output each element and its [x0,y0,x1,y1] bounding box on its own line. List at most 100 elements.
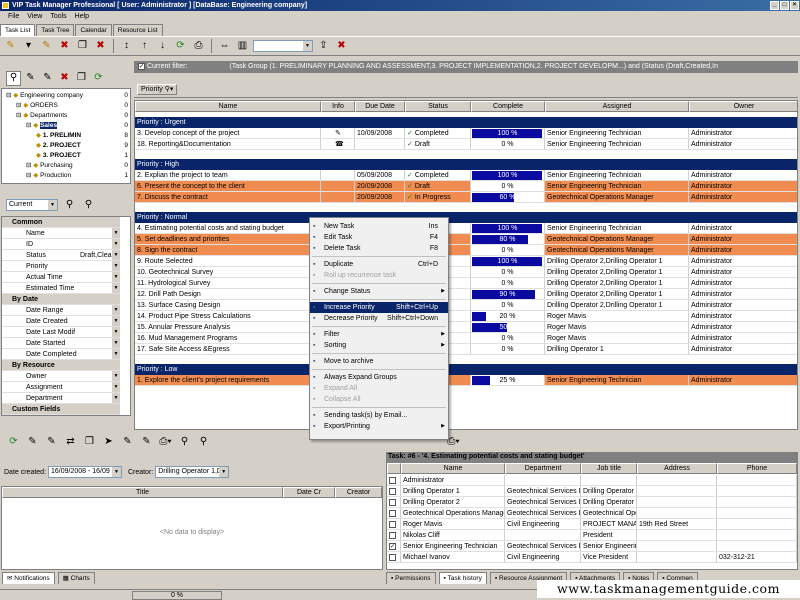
add-group-icon[interactable]: ✎ [23,71,38,86]
task-row[interactable]: 14. Product Pipe Stress Calculations✓ gr… [135,311,797,322]
tree-node[interactable]: ⊟ ◆ Departments 0 [16,111,130,121]
group-by-priority[interactable]: Priority ⚲▾ [137,84,178,95]
task-row[interactable]: 8. Sign the contract 0 % Geotechnical Oper… [135,245,797,256]
history-filter-clear-icon[interactable]: ⚲ [196,435,211,450]
menu-file[interactable]: File [8,11,19,23]
property-row[interactable]: Owner ▼ [2,371,120,382]
history-col-title[interactable]: Title [2,487,283,498]
context-menu-item[interactable]: ▪ New Task Ins [310,221,448,232]
property-row[interactable]: Date Completed ▼ [2,349,120,360]
history-link-icon[interactable]: ✎ [120,435,135,450]
resource-checkbox[interactable] [389,553,396,561]
tab-charts[interactable]: ▦ Charts [57,572,95,584]
resource-checkbox[interactable] [389,498,396,506]
tab-task-tree[interactable]: Task Tree [36,24,75,36]
menu-help[interactable]: Help [75,11,89,23]
open-dropdown-icon[interactable]: ▾ [21,39,36,54]
task-delete-icon[interactable]: ✖ [93,39,108,54]
context-menu-item[interactable]: ▪ Sending task(s) by Email... [310,410,448,421]
context-menu-item[interactable]: ▪ Move to archive [310,356,448,367]
task-row[interactable]: 9. Route Selected✓ eted100 %Drilling Ope… [135,256,797,267]
priority-group-header[interactable]: Priority : Urgent [135,117,797,128]
tree-node[interactable]: ◆ 3. PROJECT 1 [36,151,130,161]
resource-col-address[interactable]: Address [637,463,717,474]
tab-task-history[interactable]: ▪ Task history [438,572,487,584]
tree-node[interactable]: ◆ 1. PRELIMIN 8 [36,131,130,141]
task-row[interactable]: 7. Discuss the contract 20/09/2008 ✓ In Pr… [135,192,797,203]
delete-group-icon[interactable]: ✖ [57,71,72,86]
move-updown-icon[interactable]: ↕ [119,39,134,54]
property-row[interactable]: Actual Time ▼ [2,272,120,283]
copy-task-icon[interactable]: ❐ [75,39,90,54]
context-menu-item[interactable]: ▪ Collapse All [310,394,448,405]
task-row[interactable]: 16. Mud Management Programs 0 % Roger Mavi… [135,333,797,344]
task-row[interactable]: 5. Set deadlines and priorities✓ gress80… [135,234,797,245]
task-row[interactable]: 17. Safe Site Access &Egress 0 % Drilling … [135,344,797,355]
task-row[interactable]: 4. Estimating potential costs and statin… [135,223,797,234]
resource-checkbox[interactable] [389,509,396,517]
funnel-icon[interactable]: ⚲ [62,198,77,213]
context-menu-item[interactable]: ▪ Export/Printing ▶ [310,421,448,432]
property-row[interactable]: Priority ▼ [2,261,120,272]
tab-calendar[interactable]: Calendar [75,24,112,36]
tree-node[interactable]: ⊟ ◆ Production 1 [26,171,130,181]
property-dropdown-icon[interactable]: ▼ [112,261,120,271]
tree-node[interactable]: ◆ 2. PROJECT 9 [36,141,130,151]
group-copy-icon[interactable]: ❐ [74,71,89,86]
tree-refresh-icon[interactable]: ⟳ [91,71,106,86]
filter-combo[interactable]: Current ▼ [6,199,58,211]
creator-combo[interactable]: Drilling Operator 1,Dr ▼ [155,466,230,479]
resource-checkbox[interactable] [389,531,396,539]
task-row[interactable]: 18. Reporting&Documentation ☎ ✓ Draft 0 % Se… [135,139,797,150]
priority-group-header[interactable]: Priority : High [135,159,797,170]
task-row[interactable]: 12. Drill Path Design✓ gress90 %Drilling… [135,289,797,300]
history-task-icon[interactable]: ✎ [139,435,154,450]
delete-task-icon[interactable]: ✖ [57,39,72,54]
property-value[interactable]: Draft,Clea [80,250,114,260]
maximize-button[interactable]: □ [780,1,789,10]
priority-group-header[interactable]: Priority : Normal [135,212,797,223]
menu-tools[interactable]: Tools [50,11,66,23]
property-row[interactable]: Assignment ▼ [2,382,120,393]
filter-dropdown-icon[interactable]: ⚲▾ [165,86,174,93]
resource-row[interactable]: Administrator [387,475,797,486]
resource-col-job-title[interactable]: Job title [581,463,637,474]
property-dropdown-icon[interactable]: ▼ [112,349,120,359]
property-row[interactable]: Department ▼ [2,393,120,404]
grid-col-status[interactable]: Status [405,101,471,112]
context-menu-item[interactable]: ▪ Filter ▶ [310,329,448,340]
context-menu-item[interactable]: ▪ Increase Priority Shift+Ctrl+Up [310,302,448,313]
tab-permissions[interactable]: ▪ Permissions [386,572,436,584]
edit-group-icon[interactable]: ✎ [40,71,55,86]
context-menu-item[interactable]: ▪ Always Expand Groups [310,372,448,383]
tree-node[interactable]: ⊟ ◆ Sales 0 [26,121,130,131]
property-dropdown-icon[interactable]: ▼ [112,228,120,238]
property-row[interactable]: Date Range ▼ [2,305,120,316]
tree-node[interactable]: ⊟ ◆ Purchasing 0 [26,161,130,171]
resource-checkbox[interactable]: ✓ [389,542,396,550]
resource-checkbox[interactable] [389,476,396,484]
date-created-combo[interactable]: 16/09/2008 - 16/09 ▼ [47,466,122,479]
history-filter-icon[interactable]: ⚲ [177,435,192,450]
property-dropdown-icon[interactable]: ▼ [112,382,120,392]
close-view-icon[interactable]: ✖ [334,39,349,54]
history-col-creator[interactable]: Creator [335,487,382,498]
fit-columns-icon[interactable]: ⇔ [217,39,232,54]
task-row[interactable]: 13. Surface Casing Design✓ ed0 %Drilling… [135,300,797,311]
print-icon[interactable]: ⎙ [191,39,206,54]
property-row[interactable]: Date Last Modif ▼ [2,327,120,338]
history-print-icon[interactable]: ⎙▾ [158,435,173,450]
grid-col-assigned[interactable]: Assigned [545,101,689,112]
menu-view[interactable]: View [27,11,42,23]
edit-task-icon[interactable]: ✎ [39,39,54,54]
tab-notifications[interactable]: ✉ Notifications [2,572,55,584]
resource-row[interactable]: ✓ Senior Engineering Technician Geotechnic… [387,541,797,552]
property-row[interactable]: Estimated Time ▼ [2,283,120,294]
property-dropdown-icon[interactable]: ▼ [112,327,120,337]
property-dropdown-icon[interactable]: ▼ [112,393,120,403]
property-dropdown-icon[interactable]: ▼ [112,305,120,315]
resource-col-department[interactable]: Department [505,463,581,474]
tab-task-list[interactable]: Task List [0,24,36,36]
context-menu-item[interactable]: ▪ Roll up recurrence task [310,270,448,281]
new-task-icon[interactable]: ✎ [3,39,18,54]
